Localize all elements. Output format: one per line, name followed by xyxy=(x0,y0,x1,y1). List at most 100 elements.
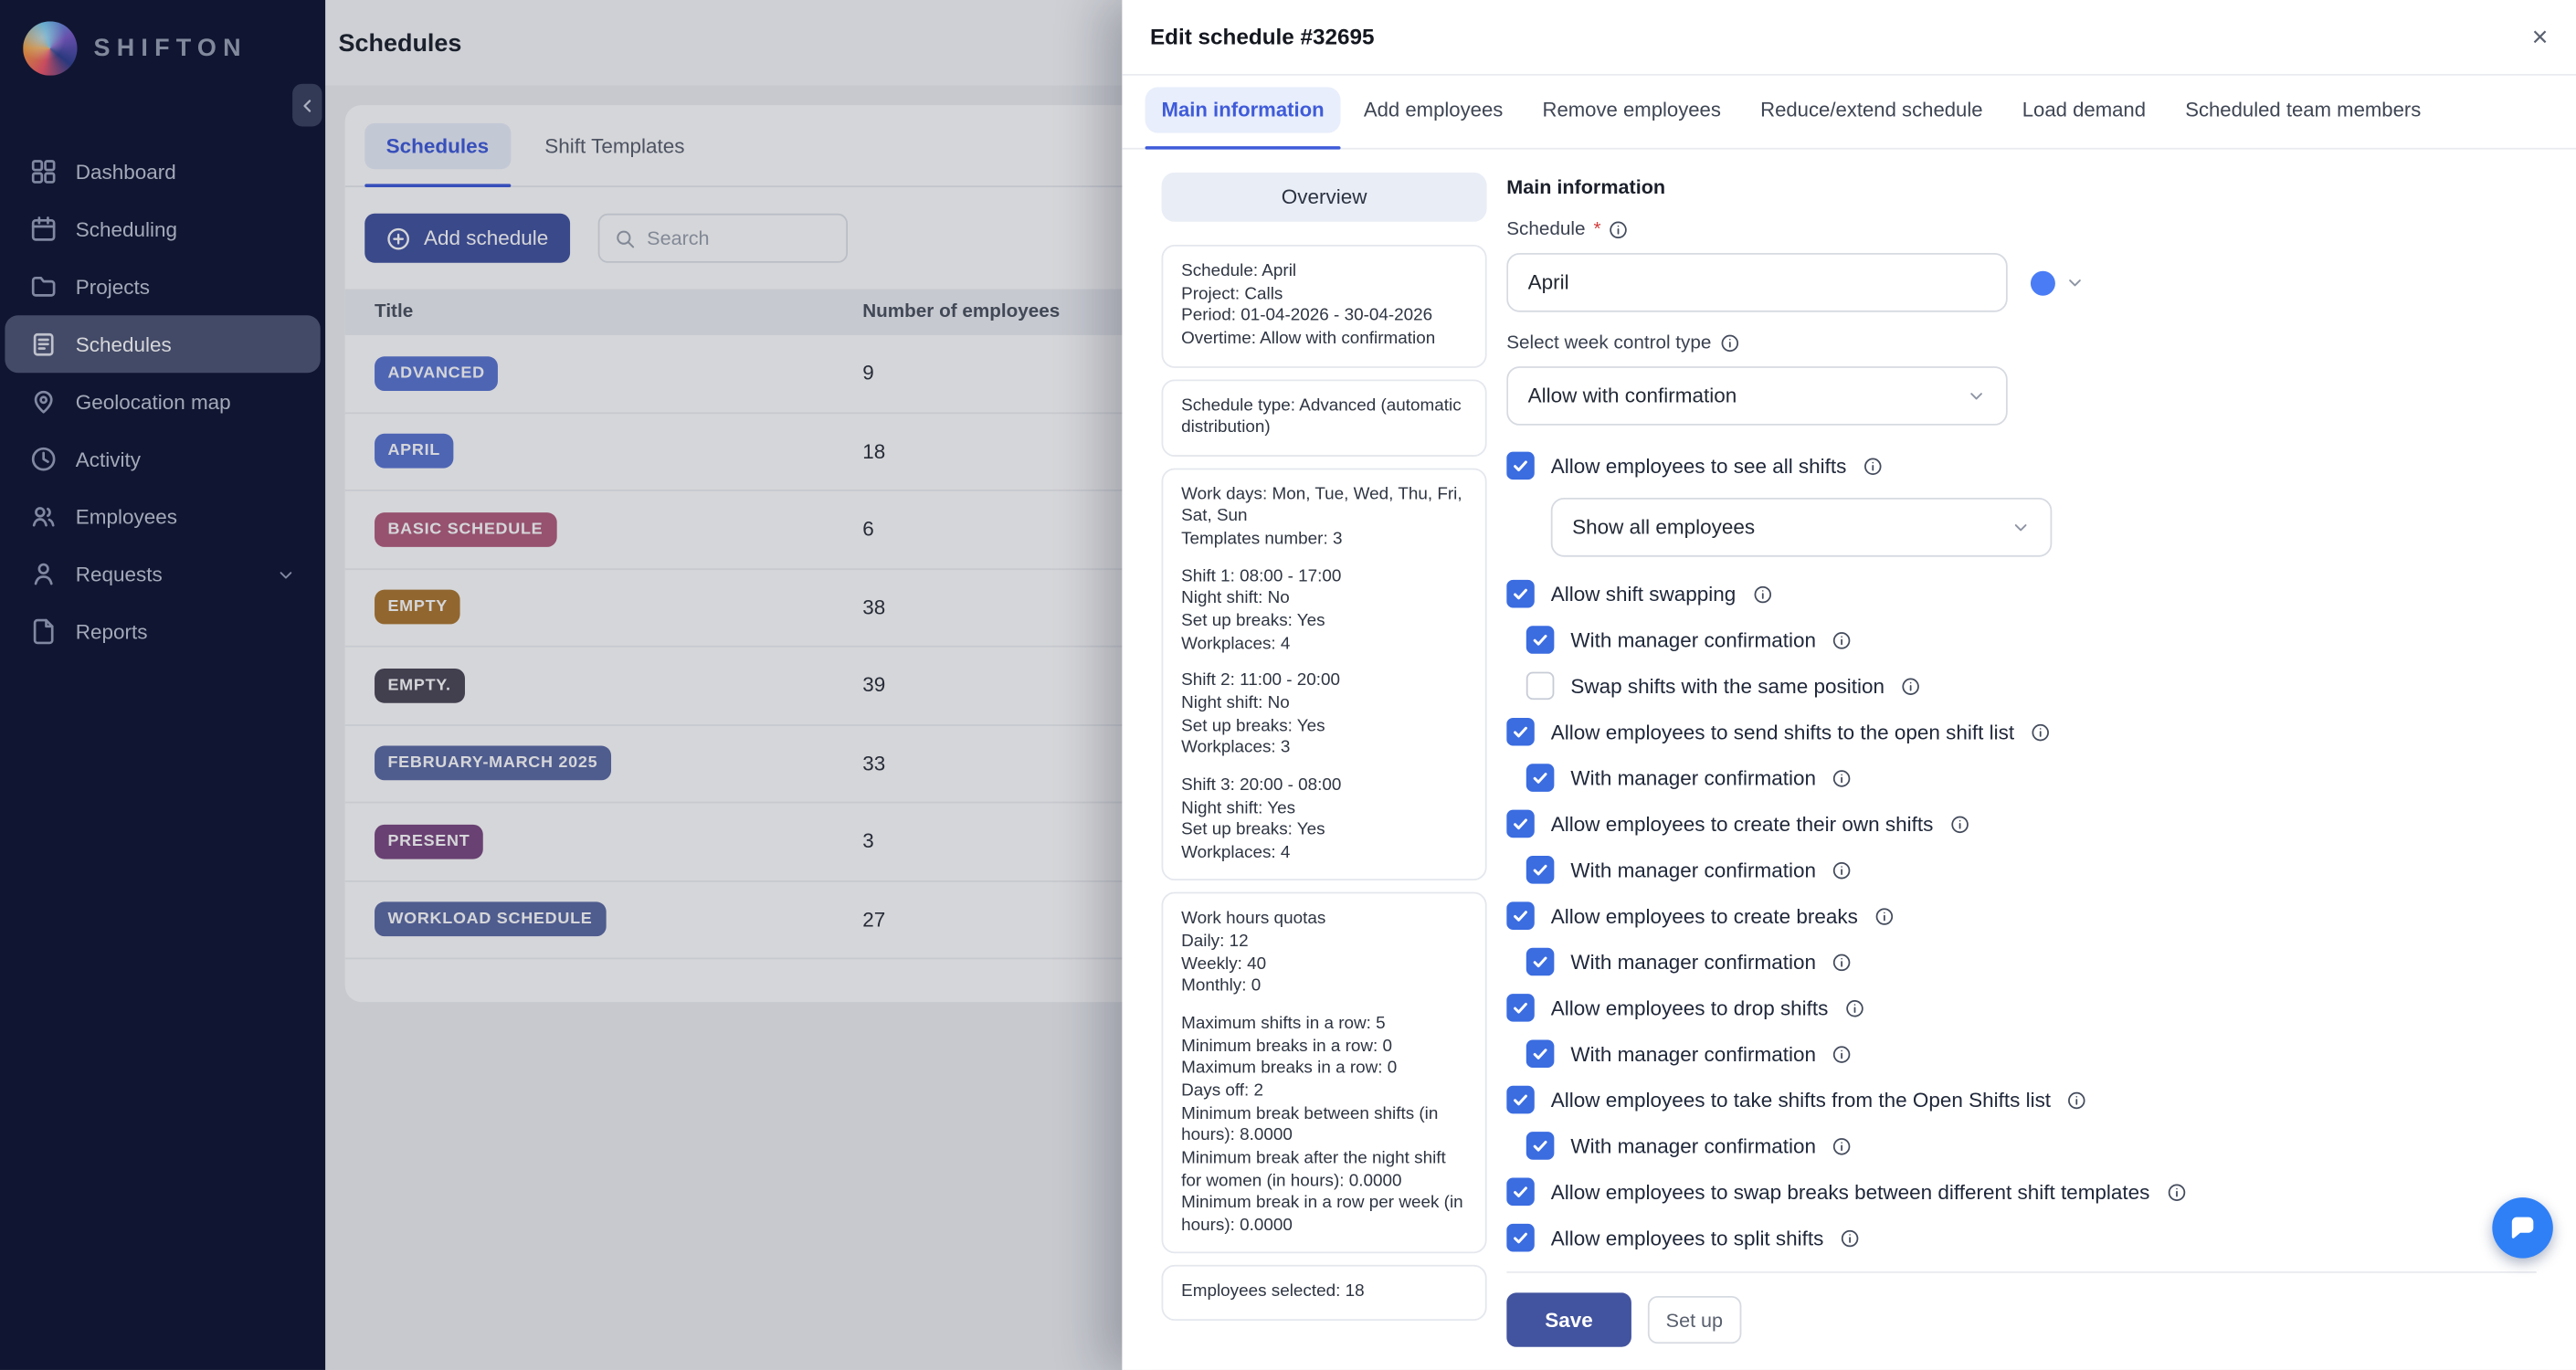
checkbox-with-manager-confirmation[interactable] xyxy=(1526,856,1555,884)
overview-line: Shift 1: 08:00 - 17:00 xyxy=(1181,566,1467,589)
tab-reduce-extend-schedule[interactable]: Reduce/extend schedule xyxy=(1744,87,1999,148)
overview-line: Weekly: 40 xyxy=(1181,954,1467,976)
week-control-label: Select week control type xyxy=(1506,333,2537,353)
overview-line: Workplaces: 3 xyxy=(1181,738,1467,761)
info-icon[interactable] xyxy=(1863,456,1883,476)
schedule-name-input[interactable] xyxy=(1506,253,2008,312)
checkbox-option: Allow employees to swap breaks between d… xyxy=(1506,1178,2537,1207)
checkbox-option: Allow employees to send shifts to the op… xyxy=(1506,718,2537,746)
overview-line: Schedule type: Advanced (automatic distr… xyxy=(1181,395,1467,440)
select-value: Show all employees xyxy=(1572,516,1755,539)
tab-load-demand[interactable]: Load demand xyxy=(2006,87,2162,148)
overview-line: Workplaces: 4 xyxy=(1181,842,1467,865)
check-icon xyxy=(1512,722,1530,741)
checkbox-allow-shift-swapping[interactable] xyxy=(1506,580,1535,608)
chat-widget-button[interactable] xyxy=(2492,1197,2553,1259)
week-control-select[interactable]: Allow with confirmation xyxy=(1506,366,2008,426)
checkbox-with-manager-confirmation[interactable] xyxy=(1526,626,1555,654)
employees-visibility-select[interactable]: Show all employees xyxy=(1551,498,2053,557)
checkbox-allow-employees-to-drop-shifts[interactable] xyxy=(1506,994,1535,1022)
info-icon[interactable] xyxy=(1874,906,1895,926)
overview-group: Maximum shifts in a row: 5Minimum breaks… xyxy=(1181,1014,1467,1238)
schedule-color-picker[interactable] xyxy=(2024,264,2092,301)
check-icon xyxy=(1512,1183,1530,1201)
tab-scheduled-team-members[interactable]: Scheduled team members xyxy=(2169,87,2437,148)
checkbox-option: With manager confirmation xyxy=(1526,626,2537,654)
info-icon[interactable] xyxy=(2031,722,2051,742)
checkbox-allow-employees-to-split-shifts[interactable] xyxy=(1506,1224,1535,1252)
checkbox-allow-employees-to-swap-breaks-between-different-shift-templates[interactable] xyxy=(1506,1178,1535,1207)
overview-line: Project: Calls xyxy=(1181,283,1467,306)
checkbox-label: Allow employees to take shifts from the … xyxy=(1551,1088,2051,1111)
info-icon[interactable] xyxy=(1752,584,1772,604)
info-icon[interactable] xyxy=(1719,333,1739,353)
check-icon xyxy=(1512,1091,1530,1109)
tab-remove-employees[interactable]: Remove employees xyxy=(1526,87,1737,148)
color-swatch xyxy=(2031,270,2055,295)
checkbox-with-manager-confirmation[interactable] xyxy=(1526,1132,1555,1160)
tab-label: Add employees xyxy=(1347,87,1519,132)
checkbox-with-manager-confirmation[interactable] xyxy=(1526,764,1555,792)
app-window: SHIFTON DashboardSchedulingProjectsSched… xyxy=(0,0,2576,1370)
checkbox-option: With manager confirmation xyxy=(1526,1039,2537,1068)
checkbox-swap-shifts-with-the-same-position[interactable] xyxy=(1526,672,1555,701)
checkbox-label: Allow employees to create their own shif… xyxy=(1551,812,1934,835)
overview-line: Minimum breaks in a row: 0 xyxy=(1181,1036,1467,1059)
edit-schedule-modal: Edit schedule #32695 × Main informationA… xyxy=(1122,0,2576,1370)
info-icon[interactable] xyxy=(1832,768,1853,788)
checkbox-allow-employees-to-see-all-shifts[interactable] xyxy=(1506,452,1535,480)
checkbox-label: Allow employees to split shifts xyxy=(1551,1227,1824,1249)
info-icon[interactable] xyxy=(2067,1090,2087,1110)
overview-button[interactable]: Overview xyxy=(1162,173,1487,222)
info-icon[interactable] xyxy=(2166,1182,2186,1202)
chevron-down-icon xyxy=(2065,273,2085,293)
checkbox-label: With manager confirmation xyxy=(1570,1134,1816,1157)
info-icon[interactable] xyxy=(1832,630,1853,650)
tab-add-employees[interactable]: Add employees xyxy=(1347,87,1519,148)
info-icon[interactable] xyxy=(1832,952,1853,972)
checkbox-allow-employees-to-create-breaks[interactable] xyxy=(1506,901,1535,930)
check-icon xyxy=(1531,769,1549,787)
overview-line: Templates number: 3 xyxy=(1181,529,1467,552)
info-icon[interactable] xyxy=(1832,1044,1853,1064)
overview-card: Work days: Mon, Tue, Wed, Thu, Fri, Sat,… xyxy=(1162,468,1487,881)
overview-line: Shift 2: 11:00 - 20:00 xyxy=(1181,670,1467,693)
checkbox-option: Allow employees to create breaks xyxy=(1506,901,2537,930)
info-icon[interactable] xyxy=(1610,220,1630,240)
checkbox-label: Allow employees to send shifts to the op… xyxy=(1551,721,2014,743)
checkbox-option: Allow employees to split shifts xyxy=(1506,1224,2537,1252)
close-icon[interactable]: × xyxy=(2532,23,2549,51)
overview-line: Work days: Mon, Tue, Wed, Thu, Fri, Sat,… xyxy=(1181,484,1467,529)
modal-title: Edit schedule #32695 xyxy=(1150,25,1375,49)
checkbox-with-manager-confirmation[interactable] xyxy=(1526,948,1555,976)
overview-line: Set up breaks: Yes xyxy=(1181,715,1467,738)
save-button[interactable]: Save xyxy=(1506,1292,1631,1346)
overview-line: Work hours quotas xyxy=(1181,909,1467,932)
modal-tabs: Main informationAdd employeesRemove empl… xyxy=(1122,76,2576,150)
checkbox-label: With manager confirmation xyxy=(1570,950,1816,973)
overview-column: Overview Schedule: AprilProject: CallsPe… xyxy=(1162,173,1487,1370)
checkbox-allow-employees-to-take-shifts-from-the-open-shifts-list[interactable] xyxy=(1506,1086,1535,1114)
overview-line: Maximum breaks in a row: 0 xyxy=(1181,1059,1467,1081)
form-column: Main information Schedule * Select week … xyxy=(1506,173,2537,1370)
checkbox-label: With manager confirmation xyxy=(1570,1042,1816,1065)
checkbox-with-manager-confirmation[interactable] xyxy=(1526,1039,1555,1068)
tab-main-information[interactable]: Main information xyxy=(1145,87,1341,148)
checkbox-label: Allow employees to create breaks xyxy=(1551,904,1858,927)
checkbox-allow-employees-to-create-their-own-shifts[interactable] xyxy=(1506,810,1535,838)
info-icon[interactable] xyxy=(1901,676,1921,696)
chevron-down-icon xyxy=(1967,386,1987,406)
schedule-label-text: Schedule xyxy=(1506,220,1585,240)
checkbox-allow-employees-to-send-shifts-to-the-open-shift-list[interactable] xyxy=(1506,718,1535,746)
info-icon[interactable] xyxy=(1949,814,1969,834)
info-icon[interactable] xyxy=(1840,1228,1860,1248)
setup-button[interactable]: Set up xyxy=(1648,1296,1741,1344)
check-icon xyxy=(1512,998,1530,1017)
info-icon[interactable] xyxy=(1832,860,1853,880)
overview-card: Work hours quotasDaily: 12Weekly: 40Mont… xyxy=(1162,892,1487,1254)
modal-footer: Save Set up xyxy=(1506,1271,2537,1370)
week-control-label-text: Select week control type xyxy=(1506,333,1711,353)
info-icon[interactable] xyxy=(1844,998,1864,1018)
checkbox-option: Allow shift swapping xyxy=(1506,580,2537,608)
info-icon[interactable] xyxy=(1832,1136,1853,1156)
